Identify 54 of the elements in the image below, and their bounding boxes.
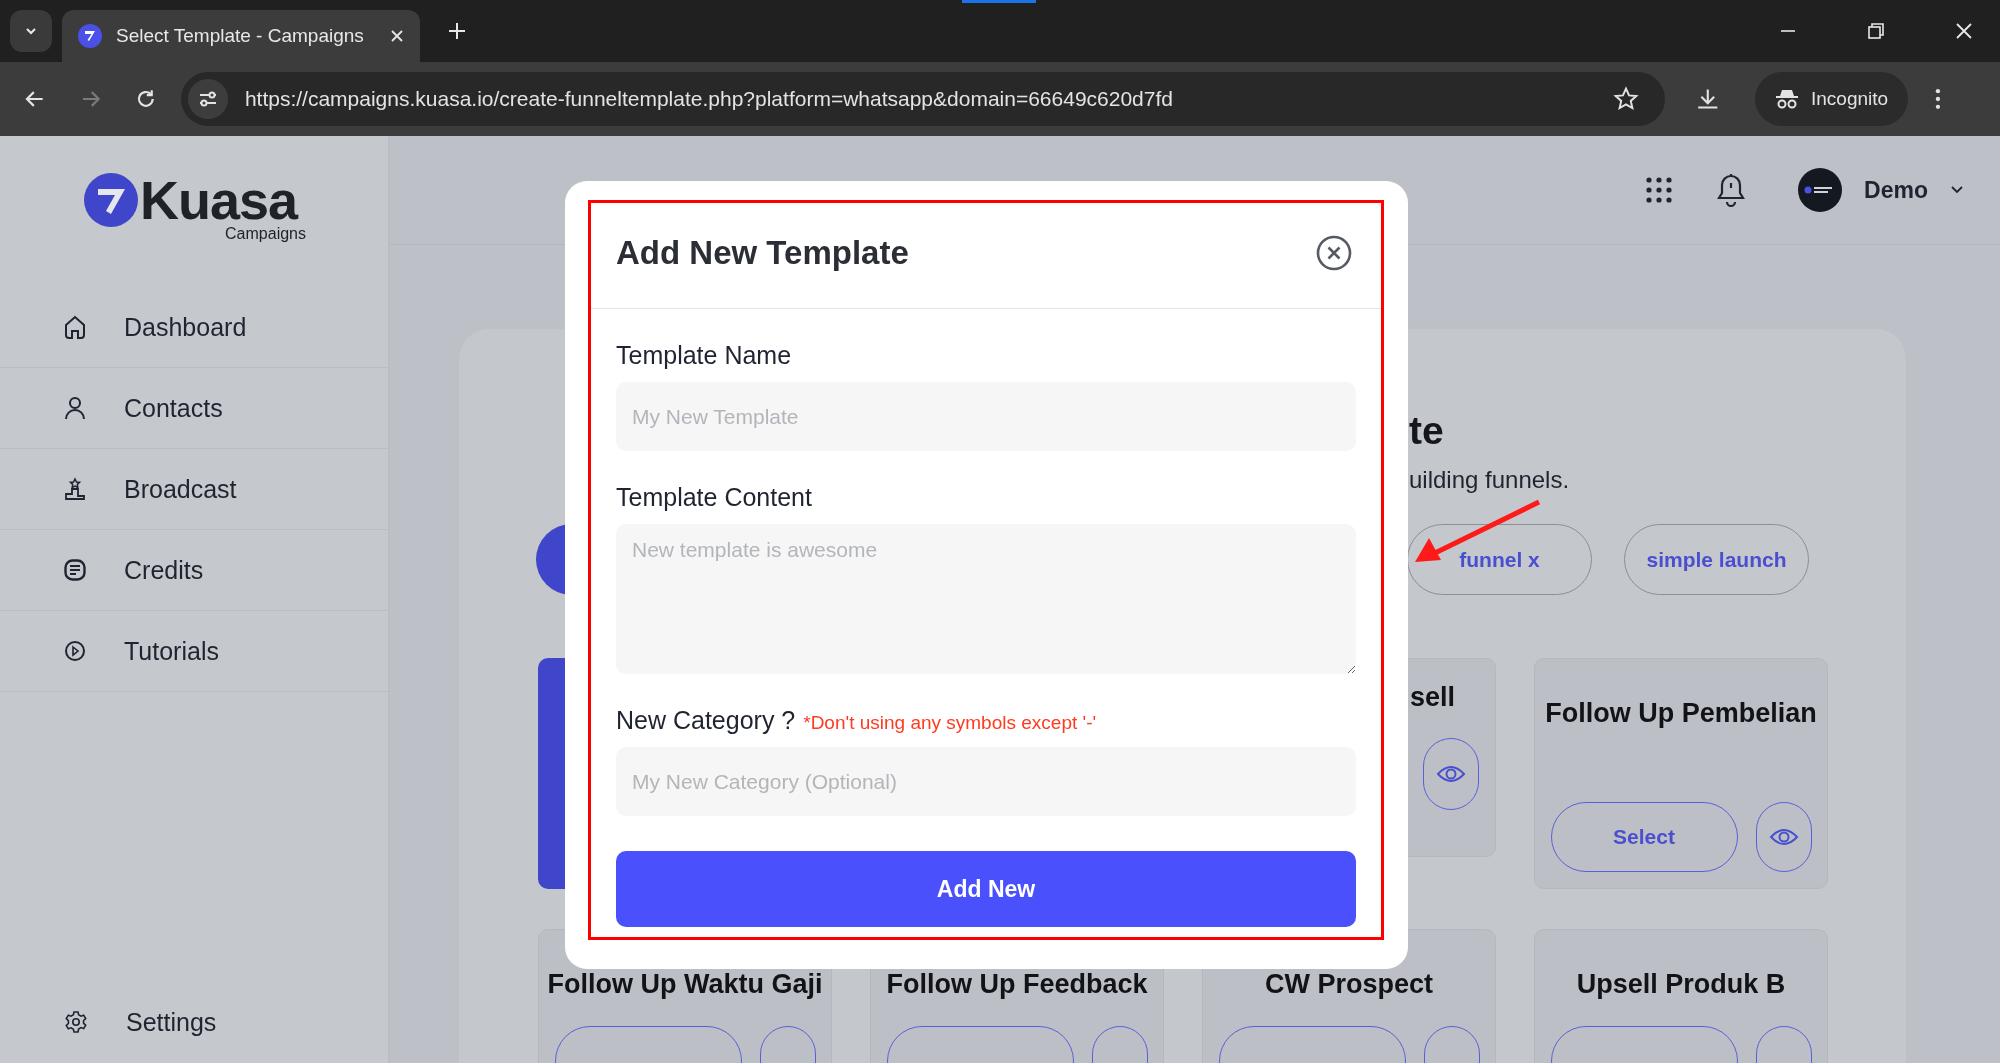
input-field[interactable]: My New Category (Optional)	[616, 747, 1356, 816]
modal-title: Add New Template	[616, 233, 909, 272]
settings-icon	[64, 1010, 88, 1034]
podium-icon	[64, 477, 86, 501]
content-field[interactable]: New template is awesome	[616, 524, 1356, 674]
field-label: Template Content	[616, 483, 812, 512]
field-label: Template Name	[616, 341, 792, 370]
nav-item[interactable]: Broadcast	[0, 449, 388, 530]
menu-icon[interactable]	[1934, 87, 1942, 111]
bell-icon[interactable]	[1716, 173, 1747, 207]
add-new-button[interactable]: Add New	[616, 851, 1356, 927]
star-icon[interactable]	[1613, 86, 1640, 112]
tab-title: Select Template - Campaigns	[116, 25, 365, 47]
plus-icon[interactable]	[448, 22, 466, 40]
card-title: Follow Up Feedback	[886, 968, 1148, 1001]
list-icon	[64, 558, 86, 582]
input-field[interactable]: My New Template	[616, 382, 1356, 451]
card-title: Upsell Produk B	[1576, 968, 1786, 1001]
site-settings-icon[interactable]	[187, 79, 228, 119]
apps-grid-icon[interactable]	[1646, 177, 1673, 203]
incognito-button[interactable]: Incognito	[1755, 72, 1909, 126]
incognito-icon	[1775, 88, 1799, 110]
chevron-down-icon	[1950, 185, 1964, 195]
nav-item[interactable]: Credits	[0, 530, 388, 611]
nav-item[interactable]: Dashboard	[0, 287, 388, 368]
user-menu[interactable]: Demo	[1798, 168, 1964, 212]
home-icon	[64, 315, 86, 339]
url-text: https://campaigns.kuasa.io/create-funneltemplate.php?platform=whatsapp&domain=66649c620d7fd	[244, 87, 1173, 111]
eye-icon	[1768, 827, 1799, 847]
card-title: CW Prospect	[1265, 968, 1433, 1001]
eye-icon	[1436, 764, 1466, 784]
logo-subtitle: Campaigns	[225, 225, 306, 243]
logo-icon	[84, 173, 138, 227]
browser-tab[interactable]: Select Template - Campaigns	[62, 10, 420, 62]
user-name: Demo	[1864, 176, 1928, 204]
close-icon[interactable]	[1316, 234, 1352, 271]
reload-icon[interactable]	[135, 88, 157, 110]
address-bar[interactable]: https://campaigns.kuasa.io/create-funneltemplate.php?platform=whatsapp&domain=66649c620d7fd	[180, 72, 1666, 126]
logo-text: Kuasa	[140, 173, 298, 227]
avatar	[1798, 168, 1843, 212]
nav-item[interactable]: Tutorials	[0, 611, 388, 692]
play-icon	[64, 639, 86, 663]
page-title: te	[1409, 408, 1445, 454]
nav-item[interactable]: Contacts	[0, 368, 388, 449]
user-icon	[64, 396, 86, 420]
page-subtitle: uilding funnels.	[1409, 465, 1571, 495]
card-title: Follow Up Waktu Gaji	[547, 968, 823, 1001]
card-title: sell	[1409, 681, 1455, 714]
settings-item[interactable]: Settings	[0, 982, 388, 1062]
card-title: Follow Up Pembelian	[1545, 697, 1817, 730]
field-label: New Category ?	[616, 706, 796, 735]
restore-icon[interactable]	[1867, 22, 1885, 40]
logo-icon	[78, 24, 102, 48]
warning-note: *Don't using any symbols except '-'	[803, 712, 1097, 734]
